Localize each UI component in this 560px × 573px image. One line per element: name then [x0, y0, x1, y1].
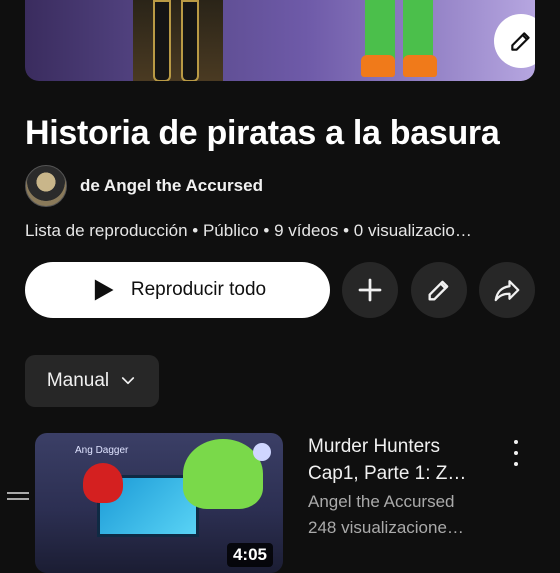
- share-icon: [494, 280, 520, 302]
- share-button[interactable]: [479, 262, 535, 318]
- edit-playlist-button[interactable]: [411, 262, 467, 318]
- playlist-owner[interactable]: de Angel the Accursed: [25, 165, 263, 207]
- avatar[interactable]: [25, 165, 67, 207]
- watermark-logo: [253, 443, 271, 461]
- pencil-icon: [511, 32, 530, 51]
- video-title-line1: Murder Hunters: [308, 436, 440, 457]
- play-icon: [94, 279, 114, 301]
- sort-dropdown[interactable]: Manual: [25, 355, 159, 407]
- more-vert-icon[interactable]: [505, 440, 527, 466]
- video-views: 248 visualizacione…: [308, 518, 464, 537]
- play-all-button[interactable]: Reproducir todo: [25, 262, 330, 318]
- banner-character-right: [325, 0, 465, 81]
- owner-name[interactable]: de Angel the Accursed: [80, 176, 263, 196]
- plus-icon: [358, 278, 382, 302]
- video-thumbnail[interactable]: Ang Dagger 4:05: [35, 433, 283, 573]
- playlist-meta: Lista de reproducción • Público • 9 víde…: [25, 221, 472, 240]
- drag-handle-icon[interactable]: [7, 492, 29, 506]
- playlist-title: Historia de piratas a la basura: [25, 114, 500, 152]
- thumbnail-tag: Ang Dagger: [75, 445, 129, 456]
- video-title-line2: Cap1, Parte 1: Z…: [308, 463, 467, 484]
- video-title[interactable]: Murder Hunters Cap1, Parte 1: Z…: [308, 433, 488, 487]
- edit-banner-button[interactable]: [494, 14, 535, 68]
- video-duration: 4:05: [226, 543, 273, 567]
- banner-character-left: [133, 0, 223, 81]
- pencil-icon: [428, 280, 449, 301]
- playlist-banner: [25, 0, 535, 81]
- video-channel[interactable]: Angel the Accursed: [308, 492, 454, 512]
- sort-label: Manual: [46, 370, 110, 391]
- play-all-label: Reproducir todo: [130, 279, 267, 300]
- chevron-down-icon: [122, 377, 135, 385]
- add-to-button[interactable]: [342, 262, 398, 318]
